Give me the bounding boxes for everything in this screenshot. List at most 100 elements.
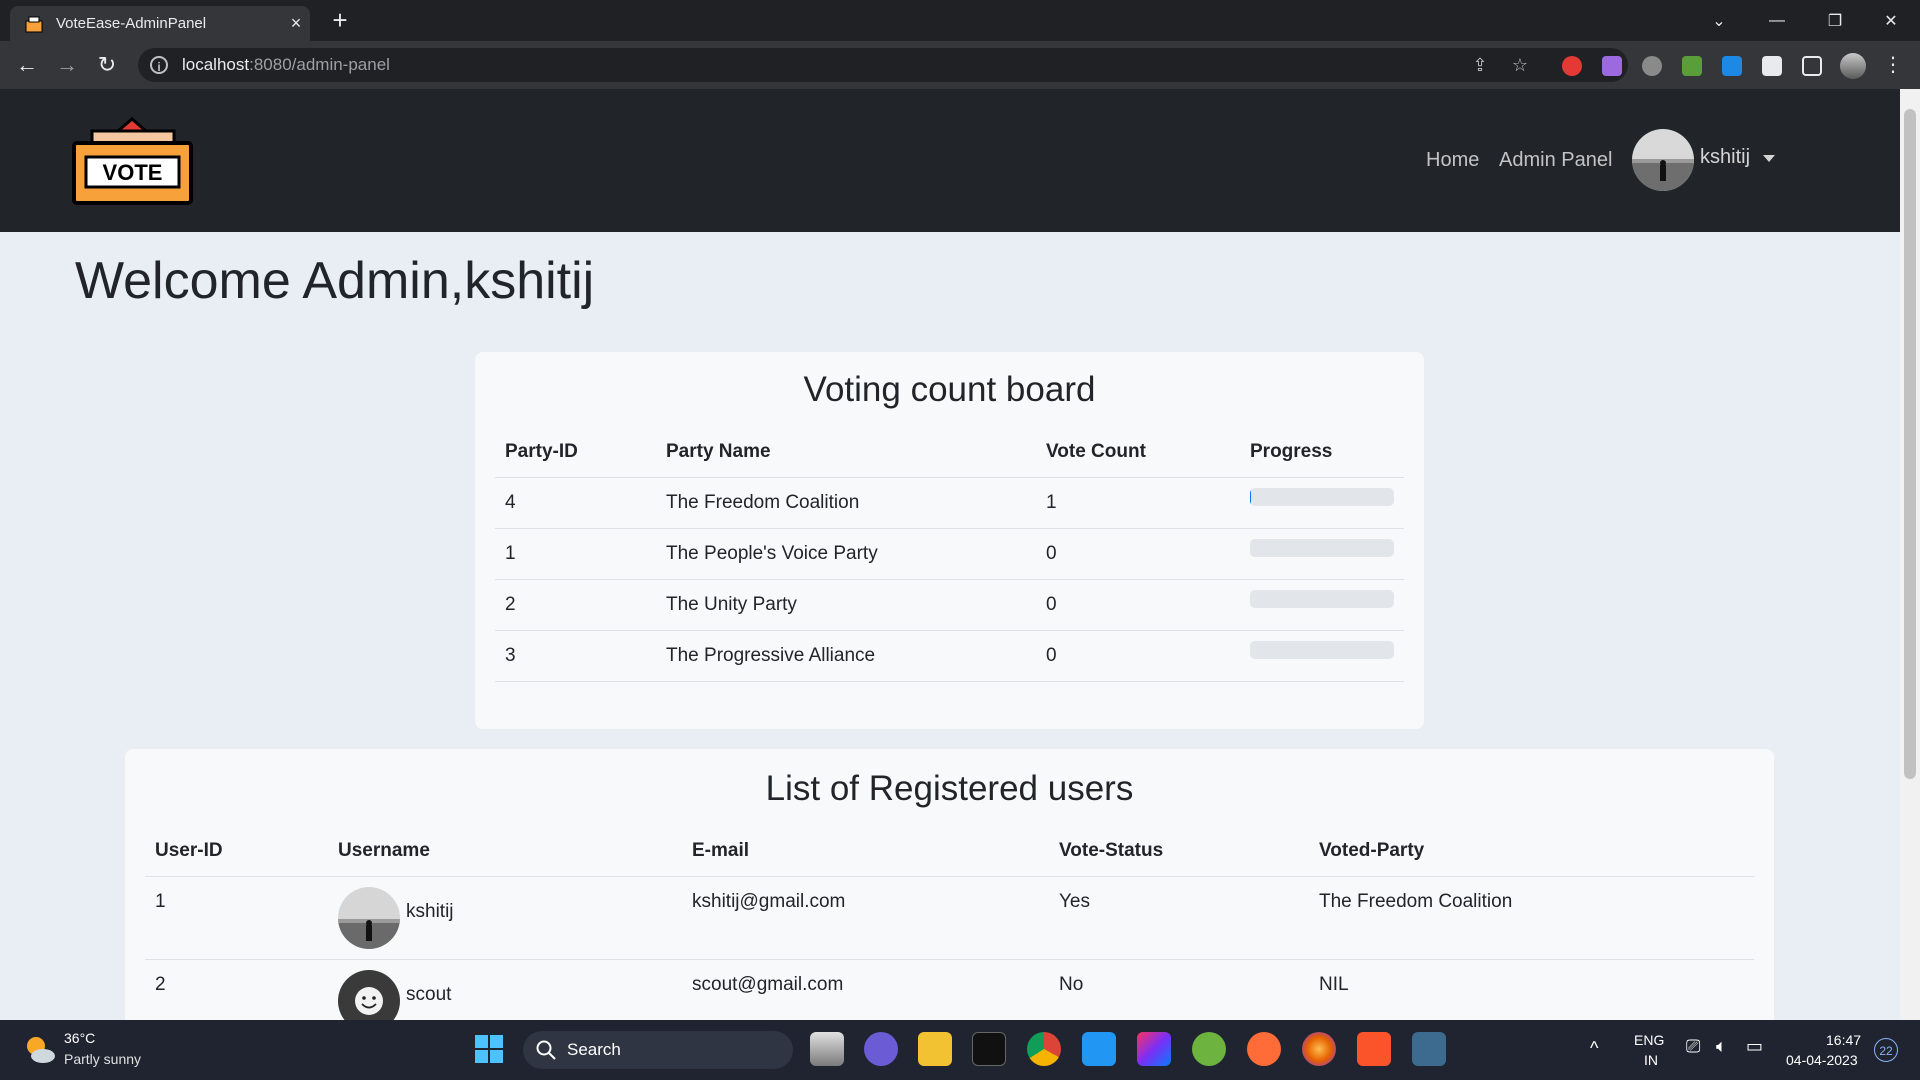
bookmark-star-icon[interactable]: ☆ xyxy=(1508,53,1532,77)
volume-icon[interactable]: 🔈︎ xyxy=(1716,1036,1727,1057)
user-dropdown-caret-icon[interactable] xyxy=(1763,155,1775,162)
close-window-icon[interactable]: ✕ xyxy=(1862,0,1920,41)
username: scout xyxy=(406,984,452,1005)
vote-count: 0 xyxy=(1036,579,1240,631)
nav-user-avatar[interactable] xyxy=(1632,129,1694,191)
voting-board-title: Voting count board xyxy=(803,370,1096,409)
avatar xyxy=(338,970,400,1020)
vote-count: 0 xyxy=(1036,528,1240,580)
progress-bar xyxy=(1250,590,1394,608)
avatar xyxy=(338,887,400,949)
language-bottom[interactable]: IN xyxy=(1644,1052,1658,1068)
clock-time[interactable]: 16:47 xyxy=(1826,1032,1861,1048)
site-info-icon[interactable]: i xyxy=(150,56,168,74)
site-navbar: VOTE Home Admin Panel kshitij xyxy=(0,89,1900,232)
page-scrollbar[interactable] xyxy=(1900,89,1920,1020)
clock-date[interactable]: 04-04-2023 xyxy=(1786,1052,1858,1068)
user-id: 1 xyxy=(145,876,328,960)
page-title: Welcome Admin,kshitij xyxy=(75,252,595,310)
restore-icon[interactable]: ❐ xyxy=(1806,0,1864,41)
username-cell: scout xyxy=(328,959,682,1020)
notification-badge[interactable]: 22 xyxy=(1874,1038,1898,1062)
header-vote-count: Vote Count xyxy=(1036,427,1240,478)
file-explorer-icon[interactable] xyxy=(918,1032,952,1066)
progress-cell xyxy=(1240,579,1404,631)
tab-search-icon[interactable]: ⌄ xyxy=(1690,0,1748,41)
address-bar[interactable]: i localhost:8080/admin-panel ⇪ ☆ xyxy=(138,48,1628,82)
new-tab-button[interactable]: + xyxy=(326,6,354,34)
progress-cell xyxy=(1240,477,1404,529)
search-icon xyxy=(536,1040,556,1060)
mysql-workbench-icon[interactable] xyxy=(1412,1032,1446,1066)
teams-chat-icon[interactable] xyxy=(864,1032,898,1066)
battery-icon[interactable]: ▭ xyxy=(1746,1036,1763,1057)
search-label: Search xyxy=(567,1040,621,1059)
url-host: localhost xyxy=(182,55,250,74)
windows-start-icon[interactable] xyxy=(472,1032,506,1066)
language-top[interactable]: ENG xyxy=(1634,1032,1664,1048)
network-icon[interactable]: ⎚ xyxy=(1686,1036,1700,1057)
party-name: The People's Voice Party xyxy=(656,528,1036,580)
task-view-icon[interactable] xyxy=(810,1032,844,1066)
header-party-id: Party-ID xyxy=(495,427,656,478)
user-vote-status: No xyxy=(1049,959,1309,1020)
side-panel-icon[interactable] xyxy=(1802,56,1822,76)
extensions-puzzle-icon[interactable] xyxy=(1762,56,1782,76)
progress-bar xyxy=(1250,488,1394,506)
voting-board-table: Party-ID Party Name Vote Count Progress … xyxy=(495,427,1404,682)
profile-avatar-icon[interactable] xyxy=(1840,53,1866,79)
nav-username[interactable]: kshitij xyxy=(1700,146,1750,169)
table-row: 1 The People's Voice Party 0 xyxy=(495,528,1404,580)
table-row: 2 The Unity Party 0 xyxy=(495,579,1404,631)
terminal-icon[interactable] xyxy=(972,1032,1006,1066)
extension-tree-icon[interactable] xyxy=(1682,56,1702,76)
progress-bar xyxy=(1250,641,1394,659)
user-voted-party: The Freedom Coalition xyxy=(1309,876,1754,960)
header-email: E-mail xyxy=(682,826,1049,877)
username-cell: kshitij xyxy=(328,876,682,960)
back-arrow-icon[interactable]: ← xyxy=(12,50,42,80)
brave-icon[interactable] xyxy=(1357,1032,1391,1066)
taskbar-search[interactable]: Search xyxy=(523,1031,793,1069)
party-id: 3 xyxy=(495,630,656,682)
tray-overflow-icon[interactable]: ^ xyxy=(1590,1038,1598,1059)
registered-users-title: List of Registered users xyxy=(765,769,1134,808)
reload-icon[interactable]: ↻ xyxy=(92,50,122,80)
nav-link-home[interactable]: Home xyxy=(1426,149,1479,172)
share-icon[interactable]: ⇪ xyxy=(1468,53,1492,77)
extension-gray-icon[interactable] xyxy=(1642,56,1662,76)
browser-tab-active[interactable]: VoteEase-AdminPanel × xyxy=(10,6,310,41)
scrollbar-thumb[interactable] xyxy=(1904,109,1916,779)
party-id: 1 xyxy=(495,528,656,580)
progress-bar xyxy=(1250,539,1394,557)
chrome-icon[interactable] xyxy=(1027,1032,1061,1066)
partly-sunny-icon[interactable] xyxy=(22,1032,58,1068)
party-id: 4 xyxy=(495,477,656,529)
party-name: The Unity Party xyxy=(656,579,1036,631)
browser-menu-icon[interactable]: ⋮ xyxy=(1878,50,1908,80)
user-email: kshitij@gmail.com xyxy=(682,876,1049,960)
intellij-icon[interactable] xyxy=(1137,1032,1171,1066)
postman-icon[interactable] xyxy=(1247,1032,1281,1066)
firefox-icon[interactable] xyxy=(1302,1032,1336,1066)
vote-logo[interactable]: VOTE xyxy=(70,117,195,207)
tab-close-icon[interactable]: × xyxy=(282,13,310,34)
extension-blue-icon[interactable] xyxy=(1722,56,1742,76)
extension-feather-icon[interactable] xyxy=(1602,56,1622,76)
extension-red-icon[interactable] xyxy=(1562,56,1582,76)
forward-arrow-icon[interactable]: → xyxy=(52,50,82,80)
header-username: Username xyxy=(328,826,682,877)
minimize-icon[interactable]: — xyxy=(1748,0,1806,41)
user-id: 2 xyxy=(145,959,328,1020)
page-viewport: VOTE Home Admin Panel kshitij Welcome Ad… xyxy=(0,89,1900,1020)
nav-link-admin-panel[interactable]: Admin Panel xyxy=(1499,149,1612,172)
table-row: 3 The Progressive Alliance 0 xyxy=(495,630,1404,682)
weather-temperature[interactable]: 36°C xyxy=(64,1030,95,1046)
spring-tool-icon[interactable] xyxy=(1192,1032,1226,1066)
vote-count: 0 xyxy=(1036,630,1240,682)
vscode-icon[interactable] xyxy=(1082,1032,1116,1066)
browser-tabstrip: VoteEase-AdminPanel × + ⌄ — ❐ ✕ xyxy=(0,0,1920,41)
weather-condition[interactable]: Partly sunny xyxy=(64,1051,141,1067)
username: kshitij xyxy=(406,901,454,922)
voting-board-card: Voting count board Party-ID Party Name V… xyxy=(475,352,1424,729)
